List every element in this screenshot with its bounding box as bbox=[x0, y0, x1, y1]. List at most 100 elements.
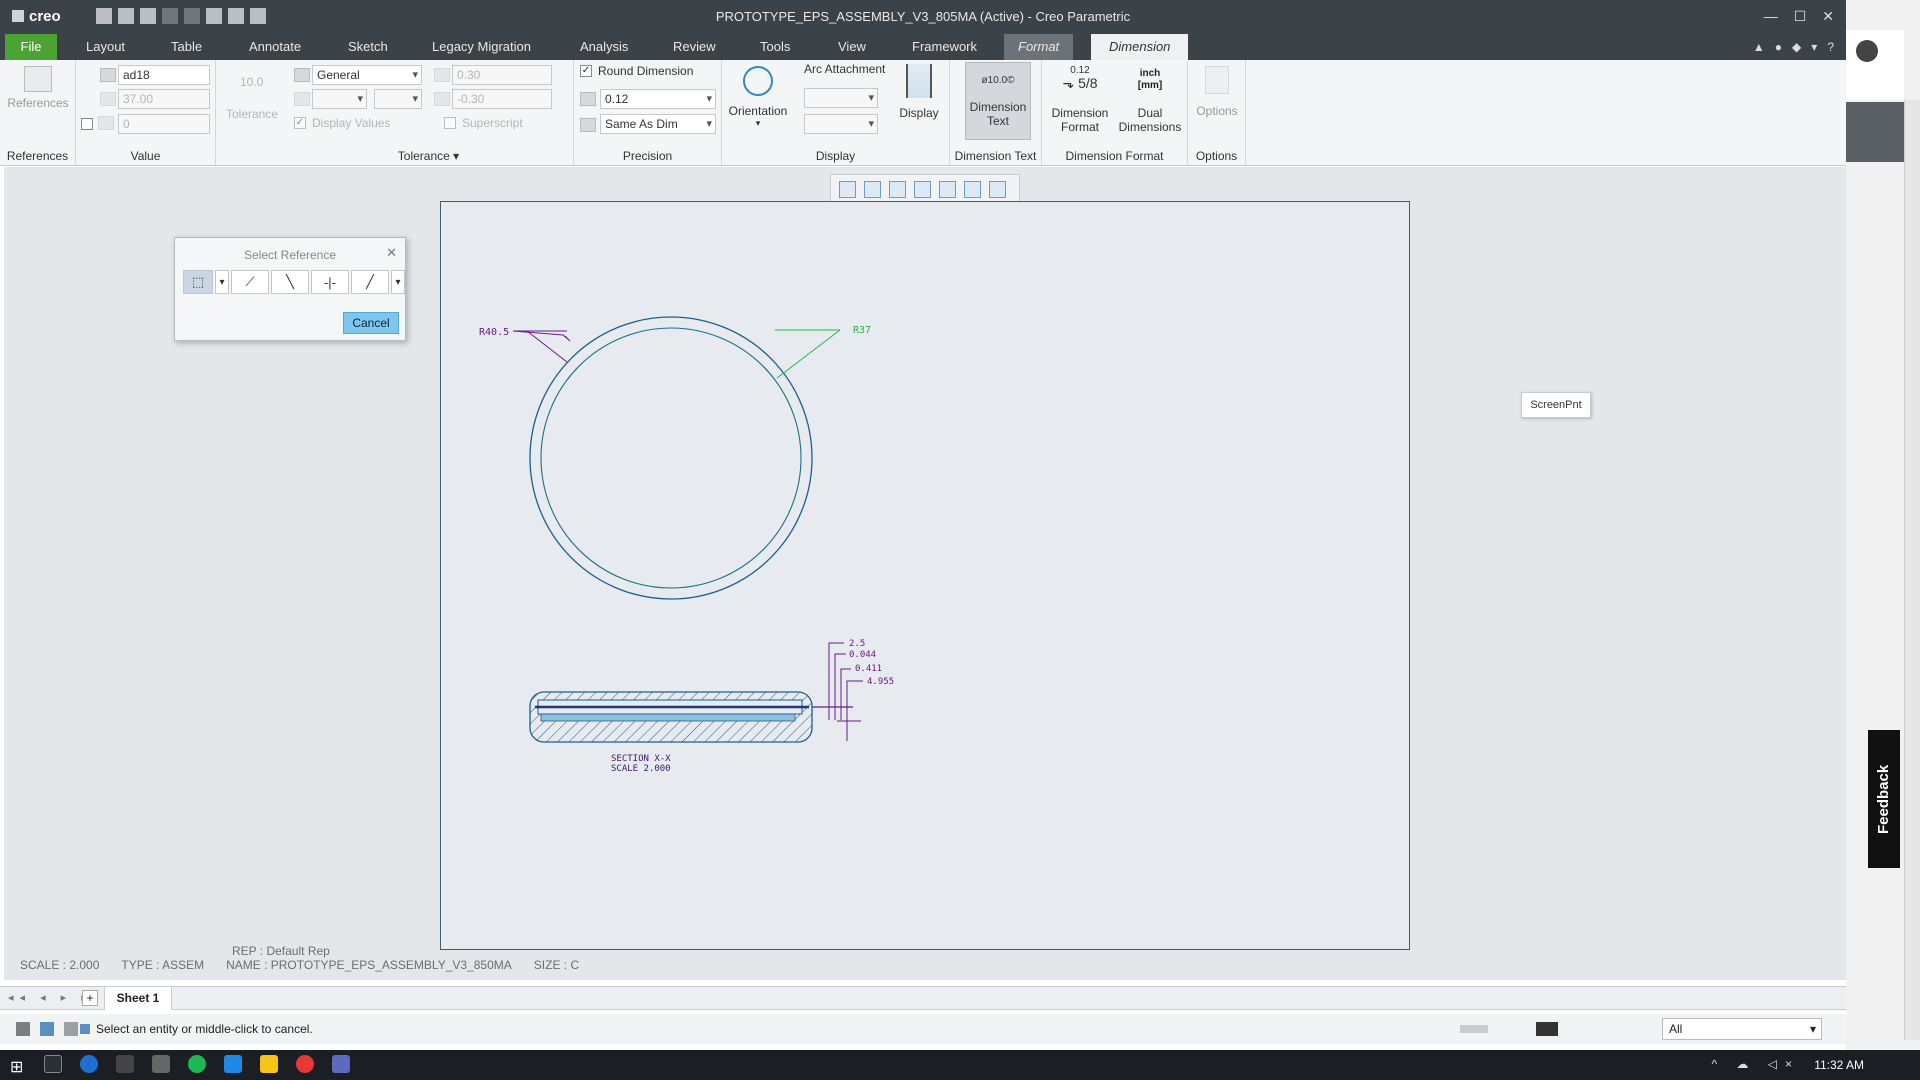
dimension-text-button[interactable]: ø10.0© Dimension Text bbox=[965, 62, 1031, 140]
display-values-checkbox[interactable]: ✓ bbox=[294, 117, 306, 129]
maximize-button[interactable]: ☐ bbox=[1794, 8, 1807, 25]
round-dimension-checkbox[interactable]: ✓ bbox=[580, 65, 592, 77]
nominal-value-field[interactable]: 37.00 bbox=[118, 89, 210, 109]
settings-icon[interactable]: ◆ bbox=[1792, 40, 1801, 54]
more-tools-chevron-icon[interactable]: ▾ bbox=[391, 270, 405, 294]
tolerance-column-select[interactable] bbox=[374, 89, 422, 109]
tab-layout[interactable]: Layout bbox=[86, 34, 125, 60]
select-arc-button[interactable]: ⟋ bbox=[231, 270, 269, 294]
right-scrollbar[interactable] bbox=[1904, 100, 1920, 1040]
collapse-ribbon-icon[interactable]: ▲ bbox=[1753, 40, 1765, 54]
creo-taskbar-icon[interactable] bbox=[332, 1055, 350, 1073]
tab-tools[interactable]: Tools bbox=[760, 34, 790, 60]
section-label[interactable]: SECTION X-X bbox=[611, 754, 671, 764]
avatar[interactable] bbox=[1856, 40, 1878, 62]
zoom-out-icon[interactable] bbox=[889, 180, 906, 198]
group-tolerance-label[interactable]: Tolerance ▾ bbox=[284, 149, 573, 163]
lower-tolerance-field[interactable]: -0.30 bbox=[452, 89, 552, 109]
windows-start-icon[interactable]: ⊞ bbox=[10, 1057, 23, 1077]
override-value-field[interactable]: 0 bbox=[118, 114, 210, 134]
orientation-button[interactable]: Orientation ▾ bbox=[726, 66, 790, 129]
file-explorer-icon[interactable] bbox=[260, 1055, 278, 1073]
references-icon bbox=[24, 66, 52, 92]
help-icon[interactable]: ? bbox=[1827, 40, 1834, 54]
feedback-button[interactable]: Feedback bbox=[1868, 730, 1900, 868]
app-icon-1[interactable] bbox=[80, 1055, 98, 1073]
tab-table[interactable]: Table bbox=[171, 34, 202, 60]
tab-format[interactable]: Format bbox=[1004, 34, 1074, 60]
dim-0-411[interactable]: 0.411 bbox=[855, 664, 882, 674]
minimize-button[interactable]: — bbox=[1764, 8, 1778, 25]
upper-tolerance-field[interactable]: 0.30 bbox=[452, 65, 552, 85]
display-button[interactable]: Display bbox=[894, 64, 944, 120]
sheet-display-icon[interactable] bbox=[939, 180, 956, 198]
dimension-format-button[interactable]: 0.12 ⬎ 5/8 Dimension Format bbox=[1048, 64, 1112, 134]
screenpnt-tooltip: ScreenPnt bbox=[1521, 392, 1591, 418]
browser-icon[interactable] bbox=[40, 1022, 54, 1036]
annotation-display-icon[interactable] bbox=[989, 180, 1006, 198]
app-icon-3[interactable] bbox=[152, 1055, 170, 1073]
tab-sketch[interactable]: Sketch bbox=[348, 34, 388, 60]
decimal-places-select[interactable]: 0.12 bbox=[600, 89, 716, 109]
tab-legacy-migration[interactable]: Legacy Migration bbox=[432, 34, 531, 60]
zoom-in-icon[interactable] bbox=[864, 180, 881, 198]
superscript-checkbox[interactable] bbox=[444, 117, 456, 129]
spotify-icon[interactable] bbox=[188, 1055, 206, 1073]
dim-2-5[interactable]: 2.5 bbox=[849, 639, 865, 649]
repaint-icon[interactable] bbox=[914, 180, 931, 198]
select-entity-button[interactable]: ⬚ bbox=[183, 270, 213, 294]
model-tree-icon[interactable] bbox=[16, 1022, 30, 1036]
references-button[interactable]: References bbox=[6, 66, 70, 110]
notification-icon[interactable]: ● bbox=[1775, 40, 1782, 54]
tab-dimension[interactable]: Dimension bbox=[1091, 34, 1189, 60]
inner-circle[interactable] bbox=[540, 327, 802, 589]
cancel-button[interactable]: Cancel bbox=[343, 312, 399, 334]
select-intersection-button[interactable]: -|- bbox=[311, 270, 349, 294]
select-edge-button[interactable]: ╲ bbox=[271, 270, 309, 294]
refit-icon[interactable] bbox=[839, 180, 856, 198]
dimension-text-label-2: Text bbox=[986, 114, 1009, 128]
tolerance-decimal-select[interactable]: Same As Dim bbox=[600, 114, 716, 134]
dim-r405[interactable]: R40.5 bbox=[479, 327, 509, 338]
selection-filter-select[interactable]: All bbox=[1662, 1018, 1822, 1040]
close-button[interactable]: ✕ bbox=[1822, 8, 1834, 25]
arc-attachment-label: Arc Attachment bbox=[804, 62, 886, 76]
dim-r37[interactable]: R37 bbox=[853, 325, 871, 336]
select-line-button[interactable]: ╱ bbox=[351, 270, 389, 294]
dim-0-044[interactable]: 0.044 bbox=[849, 650, 876, 660]
chevron-down-icon[interactable]: ▾ bbox=[215, 270, 229, 294]
app-icon-2[interactable] bbox=[116, 1055, 134, 1073]
dialog-close-icon[interactable]: ✕ bbox=[386, 245, 397, 261]
tolerance-button[interactable]: Tolerance bbox=[226, 107, 278, 121]
tab-annotate[interactable]: Annotate bbox=[249, 34, 301, 60]
layer-icon[interactable] bbox=[964, 180, 981, 198]
tolerance-table-select[interactable] bbox=[312, 89, 367, 109]
tolerance-type-select[interactable]: General bbox=[312, 65, 422, 85]
dual-dimensions-button[interactable]: inch [mm] Dual Dimensions bbox=[1116, 64, 1184, 134]
dimension-format-label-2: Format bbox=[1060, 120, 1099, 134]
tab-framework[interactable]: Framework bbox=[912, 34, 977, 60]
section-scale[interactable]: SCALE 2.000 bbox=[611, 764, 671, 774]
outer-circle[interactable] bbox=[529, 316, 813, 600]
dimension-name-field[interactable]: ad18 bbox=[118, 65, 210, 85]
tab-file[interactable]: File bbox=[5, 34, 57, 60]
find-icon[interactable] bbox=[1536, 1022, 1558, 1036]
info-type: TYPE : ASSEM bbox=[121, 958, 205, 972]
arc-attachment-select-1[interactable] bbox=[804, 88, 878, 108]
chrome-icon[interactable] bbox=[296, 1055, 314, 1073]
override-checkbox[interactable] bbox=[81, 118, 93, 130]
arc-attachment-select-2[interactable] bbox=[804, 114, 878, 134]
tab-analysis[interactable]: Analysis bbox=[580, 34, 628, 60]
tab-view[interactable]: View bbox=[838, 34, 866, 60]
app-icon-5[interactable] bbox=[224, 1055, 242, 1073]
add-sheet-button[interactable]: + bbox=[82, 990, 98, 1006]
tab-review[interactable]: Review bbox=[673, 34, 716, 60]
chevron-down-icon[interactable]: ▾ bbox=[1811, 40, 1817, 54]
options-button[interactable]: Options bbox=[1192, 66, 1242, 118]
round-dimension-label: Round Dimension bbox=[598, 64, 694, 78]
dim-4-955[interactable]: 4.955 bbox=[867, 677, 894, 687]
sheet-tab-1[interactable]: Sheet 1 bbox=[104, 987, 172, 1010]
task-view-icon[interactable] bbox=[44, 1055, 62, 1073]
drawing-sheet[interactable]: R40.5 R37 2.5 0.044 0.411 4.955 SECTION … bbox=[440, 201, 1410, 950]
fullscreen-icon[interactable] bbox=[64, 1022, 78, 1036]
